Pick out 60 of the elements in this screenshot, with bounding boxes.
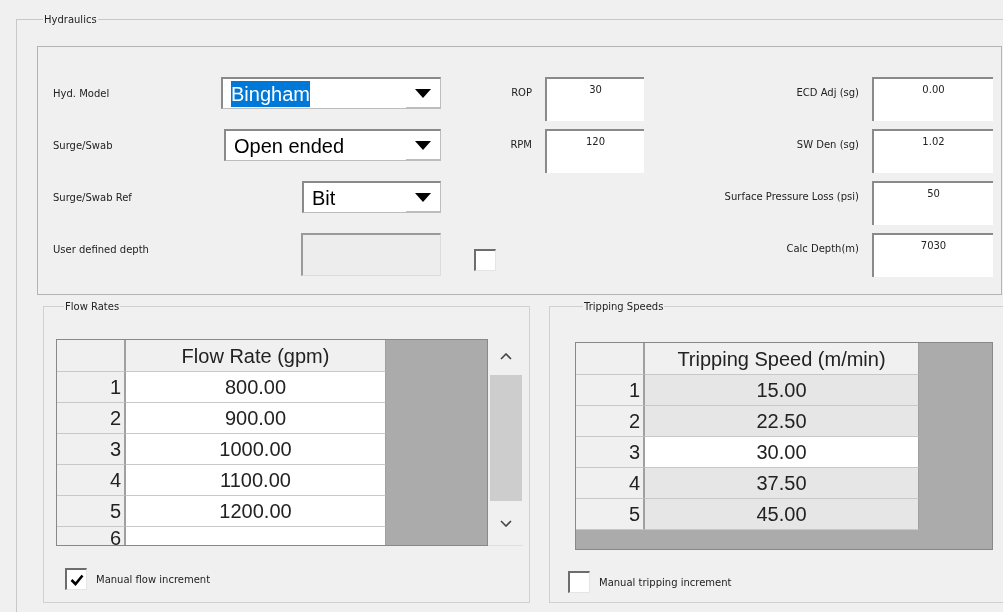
dropdown[interactable]: Bit: [302, 181, 441, 213]
table-cell[interactable]: 800.00: [126, 372, 386, 403]
group-title: Hydraulics: [43, 13, 98, 27]
row-number: 6: [57, 527, 126, 545]
dropdown-caret-icon: [415, 88, 431, 98]
field-label: Calc Depth(m): [786, 242, 859, 256]
field-label: Hyd. Model: [53, 86, 110, 101]
group-title: Tripping Speeds: [583, 300, 665, 314]
column-header[interactable]: Tripping Speed (m/min): [645, 343, 919, 375]
field-label: ROP: [511, 86, 532, 100]
row-number: 2: [57, 403, 126, 434]
input-field[interactable]: 50: [872, 181, 993, 225]
row-number: 5: [57, 496, 126, 527]
input-field[interactable]: 0.00: [872, 77, 993, 121]
table-cell[interactable]: 1000.00: [126, 434, 386, 465]
field-label: SW Den (sg): [796, 138, 859, 152]
checkbox-label: Manual tripping increment: [599, 575, 732, 590]
dropdown-value: Bit: [312, 185, 336, 211]
scroll-down-icon: [499, 519, 512, 527]
field-label: ECD Adj (sg): [796, 86, 859, 100]
table-cell[interactable]: [126, 527, 386, 545]
check-icon: [69, 573, 84, 586]
dropdown[interactable]: Open ended: [224, 129, 441, 161]
input-field[interactable]: 120: [545, 129, 644, 173]
dropdown-caret-icon: [415, 140, 431, 150]
dropdown-value: Open ended: [234, 133, 345, 159]
row-number: 1: [57, 372, 126, 403]
table-cell[interactable]: 15.00: [645, 375, 919, 406]
table-cell[interactable]: 30.00: [645, 437, 919, 468]
field-label: RPM: [510, 138, 532, 152]
checkbox-label: Manual flow increment: [96, 572, 211, 587]
row-number: 3: [57, 434, 126, 465]
table-cell[interactable]: 45.00: [645, 499, 919, 530]
group-title: Flow Rates: [64, 300, 121, 314]
dropdown-caret-icon: [415, 192, 431, 202]
column-header[interactable]: Flow Rate (gpm): [126, 340, 386, 372]
field-label: User defined depth: [53, 242, 149, 257]
table-cell[interactable]: 1100.00: [126, 465, 386, 496]
table-cell[interactable]: 1200.00: [126, 496, 386, 527]
row-number: 5: [576, 499, 645, 530]
checkbox[interactable]: [568, 571, 590, 593]
scroll-up-icon: [499, 353, 512, 361]
table-cell[interactable]: 37.50: [645, 468, 919, 499]
field-label: Surge/Swab: [53, 138, 113, 153]
row-number: 3: [576, 437, 645, 468]
dropdown-value: Bingham: [231, 80, 310, 107]
table-cell[interactable]: 900.00: [126, 403, 386, 434]
field-label: Surge/Swab Ref: [53, 190, 132, 205]
table-cell[interactable]: 22.50: [645, 406, 919, 437]
row-number: 2: [576, 406, 645, 437]
input-field[interactable]: 7030: [872, 233, 993, 277]
scrollbar-thumb[interactable]: [489, 374, 522, 502]
input-field[interactable]: 1.02: [872, 129, 993, 173]
row-number: 4: [57, 465, 126, 496]
field-label: Surface Pressure Loss (psi): [724, 190, 859, 204]
checkbox[interactable]: [65, 568, 87, 590]
dropdown[interactable]: Bingham: [221, 77, 441, 109]
input-field[interactable]: 30: [545, 77, 644, 121]
row-number: 1: [576, 375, 645, 406]
row-number: 4: [576, 468, 645, 499]
